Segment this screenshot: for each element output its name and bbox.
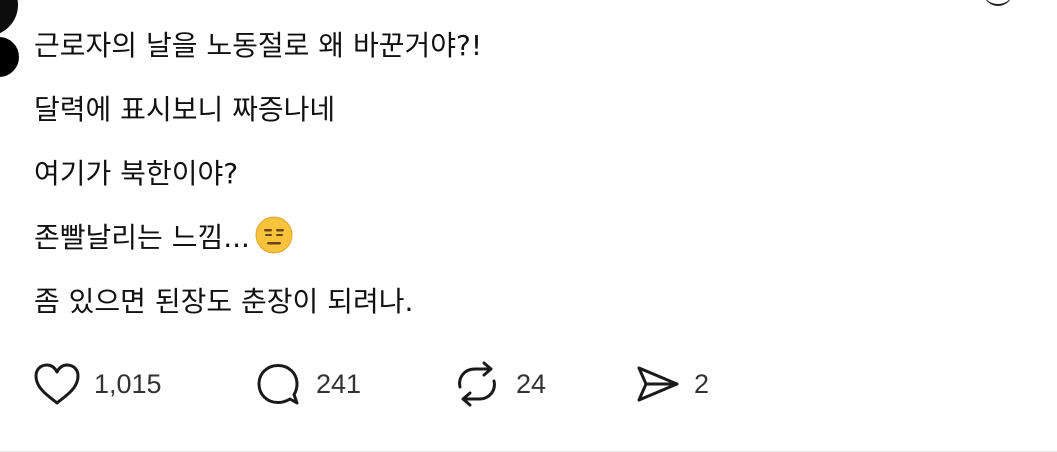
post-line-text: 존빨날리는 느낌... [34, 221, 250, 254]
like-button[interactable]: 1,015 [32, 361, 254, 407]
post-line: 좀 있으면 된장도 춘장이 되려나. [34, 285, 414, 318]
post-body: 근로자의 날을 노동절로 왜 바꾼거야?! 달력에 표시보니 짜증나네 여기가 … [34, 18, 1014, 338]
comment-count: 241 [316, 368, 362, 399]
repost-button[interactable]: 24 [450, 360, 632, 408]
comment-button[interactable]: 241 [254, 361, 450, 407]
post-actions: 1,015 241 24 2 [32, 356, 709, 412]
post-line: 여기가 북한이야? [34, 157, 239, 190]
heart-icon [34, 363, 80, 405]
post-line: 달력에 표시보니 짜증나네 [34, 93, 336, 126]
post-line: 근로자의 날을 노동절로 왜 바꾼거야?! [34, 29, 483, 62]
repost-count: 24 [516, 368, 547, 399]
share-count: 2 [694, 368, 710, 399]
repost-icon [458, 361, 496, 407]
author-avatar[interactable] [0, 0, 18, 36]
follow-badge[interactable] [0, 34, 22, 80]
comment-bubble-icon [257, 364, 299, 405]
send-icon [637, 366, 679, 402]
expressionless-face-icon [255, 216, 293, 254]
like-count: 1,015 [94, 368, 162, 399]
share-button[interactable]: 2 [632, 361, 709, 407]
post-line-with-emoji: 존빨날리는 느낌... [34, 210, 1014, 274]
more-options-icon[interactable] [983, 0, 1013, 6]
